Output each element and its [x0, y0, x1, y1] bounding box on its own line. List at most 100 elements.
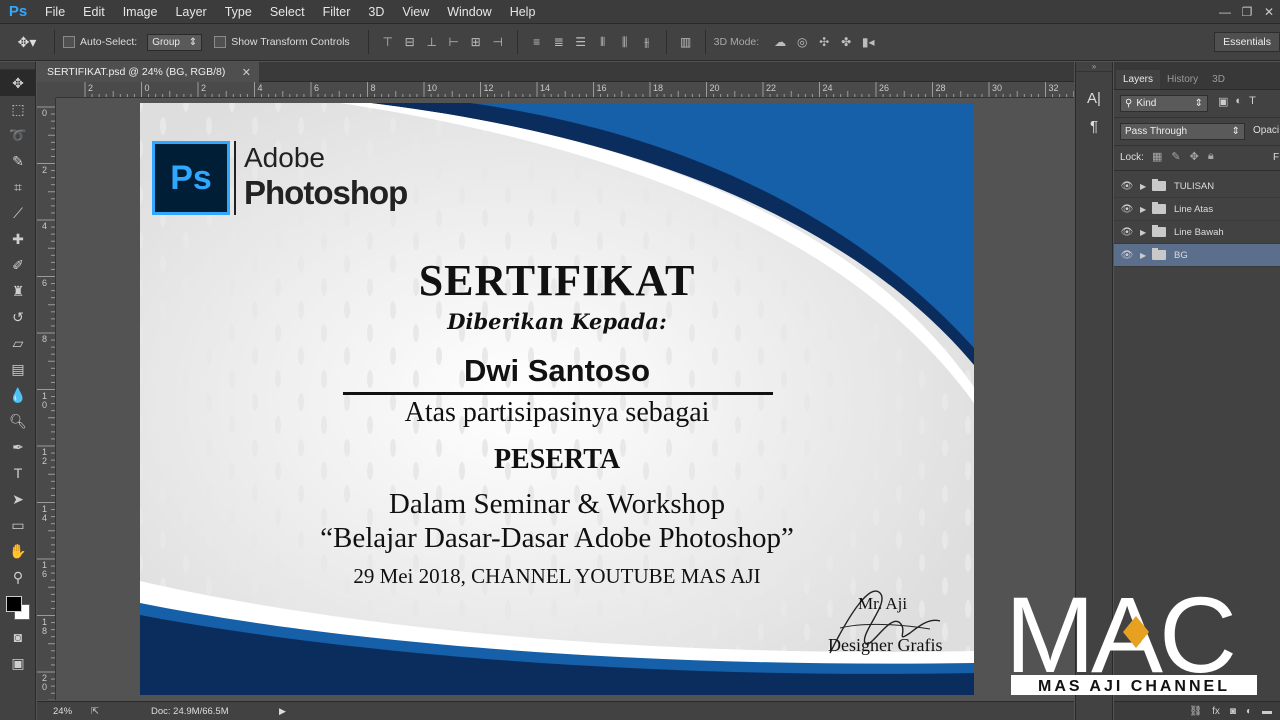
layer-style-icon[interactable]: fx	[1212, 706, 1220, 717]
menu-view[interactable]: View	[393, 0, 438, 24]
align-top-icon[interactable]: ⊤	[377, 31, 399, 53]
move-tool-icon[interactable]: ✥	[0, 70, 36, 96]
paragraph-panel-icon[interactable]: ¶	[1076, 112, 1112, 140]
certificate-canvas[interactable]: Ps Adobe Photoshop SERTIFIKAT Diberikan …	[140, 103, 974, 695]
minimize-icon[interactable]: —	[1214, 5, 1236, 19]
zoom-level[interactable]: 24%	[37, 706, 87, 717]
ruler-origin[interactable]	[37, 82, 56, 98]
distribute-left-icon[interactable]: ⫴	[592, 31, 614, 53]
marquee-tool-icon[interactable]: ⬚	[0, 96, 36, 122]
gradient-tool-icon[interactable]: ▤	[0, 356, 36, 382]
link-layers-icon[interactable]: ⛓	[1189, 706, 1202, 717]
align-bottom-icon[interactable]: ⊥	[421, 31, 443, 53]
distribute-vcenter-icon[interactable]: ≣	[548, 31, 570, 53]
eraser-tool-icon[interactable]: ▱	[0, 330, 36, 356]
toolbar-grip[interactable]	[0, 62, 35, 70]
eye-icon[interactable]: 👁︎	[1114, 181, 1140, 192]
character-panel-icon[interactable]: A|	[1076, 84, 1112, 112]
auto-align-icon[interactable]: ▥	[675, 31, 697, 53]
expand-triangle-icon[interactable]: ▶	[1140, 228, 1152, 237]
tab-3d[interactable]: 3D	[1205, 70, 1232, 89]
menu-image[interactable]: Image	[114, 0, 167, 24]
status-menu-arrow-icon[interactable]: ▶	[279, 706, 286, 717]
export-icon[interactable]: ⇱	[87, 706, 151, 717]
quick-mask-icon[interactable]: ◙	[0, 624, 36, 650]
expand-triangle-icon[interactable]: ▶	[1140, 205, 1152, 214]
menu-filter[interactable]: Filter	[314, 0, 360, 24]
clone-stamp-tool-icon[interactable]: ♜	[0, 278, 36, 304]
align-hcenter-icon[interactable]: ⊞	[465, 31, 487, 53]
tab-history[interactable]: History	[1160, 70, 1205, 89]
blur-tool-icon[interactable]: 💧	[0, 382, 36, 408]
eye-icon[interactable]: 👁︎	[1114, 204, 1140, 215]
menu-file[interactable]: File	[36, 0, 74, 24]
auto-select-dropdown[interactable]: Group ⇕	[147, 33, 203, 51]
close-icon[interactable]: ✕	[1258, 5, 1280, 19]
dodge-tool-icon[interactable]: 🔍︎	[0, 408, 36, 434]
layer-row-tulisan[interactable]: 👁︎ ▶ TULISAN	[1114, 175, 1280, 198]
close-tab-icon[interactable]: ✕	[242, 66, 251, 79]
distribute-top-icon[interactable]: ≡	[526, 31, 548, 53]
filter-pixel-icon[interactable]: ▣	[1218, 95, 1228, 108]
eye-icon[interactable]: 👁︎	[1114, 250, 1140, 261]
move-tool-preset-icon[interactable]: ✥▾	[8, 30, 46, 54]
filter-adjustment-icon[interactable]: ◐	[1235, 95, 1242, 108]
tab-layers[interactable]: Layers	[1116, 70, 1161, 89]
quick-select-tool-icon[interactable]: ✎	[0, 148, 36, 174]
align-right-icon[interactable]: ⊣	[487, 31, 509, 53]
slide-3d-icon[interactable]: ✤	[835, 31, 857, 53]
lock-pixels-icon[interactable]: ✎	[1171, 150, 1180, 163]
lock-all-icon[interactable]: 🔒︎	[1208, 150, 1214, 163]
distribute-right-icon[interactable]: ⫵	[636, 31, 658, 53]
history-brush-tool-icon[interactable]: ↺	[0, 304, 36, 330]
zoom-tool-icon[interactable]: ⚲	[0, 564, 36, 590]
new-group-icon[interactable]: ▬	[1262, 706, 1272, 717]
align-left-icon[interactable]: ⊢	[443, 31, 465, 53]
roll-3d-icon[interactable]: ◎	[791, 31, 813, 53]
scale-3d-icon[interactable]: ▮◂	[857, 31, 879, 53]
collapse-icon[interactable]: »	[1076, 62, 1112, 72]
add-mask-icon[interactable]: ◙	[1230, 706, 1236, 717]
menu-3d[interactable]: 3D	[359, 0, 393, 24]
adjustment-layer-icon[interactable]: ◐	[1246, 706, 1252, 717]
type-tool-icon[interactable]: T	[0, 460, 36, 486]
align-vcenter-icon[interactable]: ⊟	[399, 31, 421, 53]
screen-mode-icon[interactable]: ▣	[0, 650, 36, 676]
menu-select[interactable]: Select	[261, 0, 314, 24]
distribute-hcenter-icon[interactable]: ⫼	[614, 31, 636, 53]
menu-window[interactable]: Window	[438, 0, 500, 24]
expand-triangle-icon[interactable]: ▶	[1140, 182, 1152, 191]
expand-triangle-icon[interactable]: ▶	[1140, 251, 1152, 260]
crop-tool-icon[interactable]: ⌗	[0, 174, 36, 200]
menu-help[interactable]: Help	[501, 0, 545, 24]
filter-type-icon[interactable]: T	[1249, 95, 1256, 108]
lock-transparent-icon[interactable]: ▦	[1152, 150, 1162, 163]
orbit-3d-icon[interactable]: ☁	[769, 31, 791, 53]
eyedropper-tool-icon[interactable]: ⟋	[0, 200, 36, 226]
blend-mode-dropdown[interactable]: Pass Through ⇕	[1120, 123, 1245, 140]
layer-row-line-bawah[interactable]: 👁︎ ▶ Line Bawah	[1114, 221, 1280, 244]
document-tab[interactable]: SERTIFIKAT.psd @ 24% (BG, RGB/8) ✕	[37, 62, 259, 82]
pen-tool-icon[interactable]: ✒	[0, 434, 36, 460]
restore-icon[interactable]: ❐	[1236, 5, 1258, 19]
auto-select-checkbox[interactable]	[63, 36, 75, 48]
foreground-color-swatch[interactable]	[6, 596, 22, 612]
eye-icon[interactable]: 👁︎	[1114, 227, 1140, 238]
layer-filter-dropdown[interactable]: ⚲ Kind ⇕	[1120, 95, 1208, 112]
show-transform-checkbox[interactable]	[214, 36, 227, 48]
lock-position-icon[interactable]: ✥	[1190, 150, 1199, 163]
hand-tool-icon[interactable]: ✋	[0, 538, 36, 564]
layer-row-line-atas[interactable]: 👁︎ ▶ Line Atas	[1114, 198, 1280, 221]
path-selection-tool-icon[interactable]: ➤	[0, 486, 36, 512]
lasso-tool-icon[interactable]: ➰	[0, 122, 36, 148]
workspace-switcher[interactable]: Essentials	[1214, 32, 1280, 52]
menu-type[interactable]: Type	[216, 0, 261, 24]
vertical-ruler[interactable]: 0 2 4 6 8 10 12 14 16 18 20	[37, 98, 56, 700]
distribute-bottom-icon[interactable]: ☰	[570, 31, 592, 53]
rectangle-tool-icon[interactable]: ▭	[0, 512, 36, 538]
pan-3d-icon[interactable]: ✣	[813, 31, 835, 53]
menu-layer[interactable]: Layer	[166, 0, 215, 24]
layer-row-bg[interactable]: 👁︎ ▶ BG	[1114, 244, 1280, 267]
healing-brush-tool-icon[interactable]: ✚	[0, 226, 36, 252]
brush-tool-icon[interactable]: ✐	[0, 252, 36, 278]
